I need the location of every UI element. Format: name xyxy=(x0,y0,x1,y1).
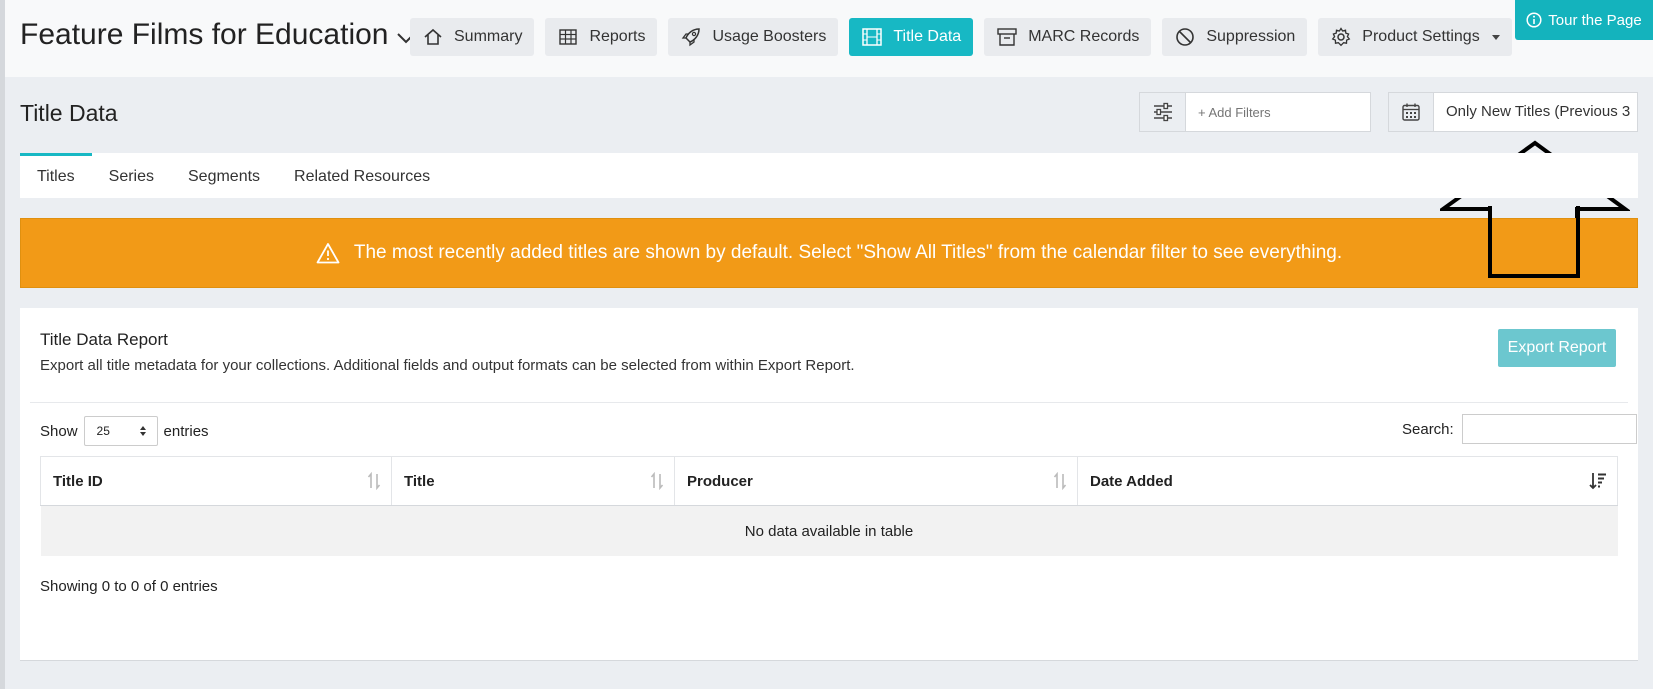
banner-text: The most recently added titles are shown… xyxy=(353,242,1343,263)
nav-title-data-label: Title Data xyxy=(893,28,962,45)
content-tabs: Titles Series Segments Related Resources xyxy=(20,153,1638,198)
sort-both-icon xyxy=(367,472,381,490)
entries-select-value: 25 xyxy=(96,424,110,438)
nav-marc-records-label: MARC Records xyxy=(1028,28,1140,45)
column-title[interactable]: Title xyxy=(391,456,675,506)
search-input[interactable] xyxy=(1461,414,1637,444)
nav-reports-label: Reports xyxy=(589,28,646,45)
table-icon xyxy=(557,26,579,48)
caret-down-icon xyxy=(1491,34,1500,40)
nav-title-data[interactable]: Title Data xyxy=(849,18,974,56)
title-data-report-card: Title Data Report Export all title metad… xyxy=(20,308,1638,661)
date-filter-value: Only New Titles (Previous 3 xyxy=(1446,103,1631,120)
left-border xyxy=(0,0,5,689)
sort-both-icon xyxy=(1053,472,1067,490)
nav-suppression[interactable]: Suppression xyxy=(1162,18,1308,56)
table-header-row: Title ID Title Producer Date Added xyxy=(40,456,1618,506)
column-title-id-label: Title ID xyxy=(53,472,103,490)
export-report-button[interactable]: Export Report xyxy=(1498,329,1616,367)
add-filters-input[interactable] xyxy=(1186,93,1370,131)
info-banner: The most recently added titles are shown… xyxy=(20,218,1638,288)
column-date-added[interactable]: Date Added xyxy=(1077,456,1618,506)
tour-button-label: Tour the Page xyxy=(1548,11,1642,29)
empty-table-message: No data available in table xyxy=(40,505,1618,556)
archive-icon xyxy=(996,26,1018,48)
date-filter[interactable]: Only New Titles (Previous 3 xyxy=(1388,92,1638,132)
sort-descending-icon xyxy=(1589,473,1606,490)
column-title-label: Title xyxy=(404,472,435,490)
nav-summary[interactable]: Summary xyxy=(410,18,535,56)
tour-button[interactable]: Tour the Page xyxy=(1515,0,1653,40)
table-row: No data available in table xyxy=(40,505,1618,556)
column-producer[interactable]: Producer xyxy=(674,456,1078,506)
nav-usage-boosters[interactable]: Usage Boosters xyxy=(668,18,839,56)
column-title-id[interactable]: Title ID xyxy=(40,456,392,506)
divider xyxy=(30,402,1628,403)
home-icon xyxy=(422,26,444,48)
nav-suppression-label: Suppression xyxy=(1206,28,1296,45)
report-title: Title Data Report xyxy=(40,330,168,349)
entries-length-control: Show 25 entries xyxy=(40,416,209,446)
main-nav: Summary Reports Usage Boosters Title Dat… xyxy=(410,18,1512,56)
nav-product-settings-label: Product Settings xyxy=(1362,28,1480,45)
nav-marc-records[interactable]: MARC Records xyxy=(984,18,1152,56)
ban-icon xyxy=(1174,26,1196,48)
table-search: Search: xyxy=(1402,414,1637,444)
sort-both-icon xyxy=(650,472,664,490)
warning-icon xyxy=(316,243,340,264)
nav-usage-boosters-label: Usage Boosters xyxy=(712,28,827,45)
show-label: Show xyxy=(40,422,78,440)
product-switcher[interactable]: Feature Films for Education xyxy=(20,18,416,52)
page-title: Title Data xyxy=(20,100,118,126)
title-data-table: Title ID Title Producer Date Added No da… xyxy=(40,456,1618,556)
tab-series[interactable]: Series xyxy=(92,153,171,198)
annotation-arrow-shaft xyxy=(1488,206,1580,278)
film-icon xyxy=(861,26,883,48)
entries-select[interactable]: 25 xyxy=(83,416,158,446)
report-description: Export all title metadata for your colle… xyxy=(40,357,855,374)
filter-group xyxy=(1139,92,1371,132)
rocket-icon xyxy=(680,26,702,48)
column-date-added-label: Date Added xyxy=(1090,472,1173,490)
entries-label: entries xyxy=(163,422,209,440)
app-title: Feature Films for Education xyxy=(20,18,389,51)
gear-icon xyxy=(1330,26,1352,48)
nav-product-settings[interactable]: Product Settings xyxy=(1318,18,1512,56)
nav-reports[interactable]: Reports xyxy=(545,18,658,56)
calendar-icon xyxy=(1389,93,1434,131)
info-icon xyxy=(1526,12,1542,28)
sliders-icon[interactable] xyxy=(1140,93,1186,131)
tab-titles[interactable]: Titles xyxy=(20,153,92,198)
tab-related-resources[interactable]: Related Resources xyxy=(277,153,447,198)
table-info: Showing 0 to 0 of 0 entries xyxy=(40,578,218,595)
nav-summary-label: Summary xyxy=(454,28,523,45)
top-navbar: Feature Films for Education Summary Repo… xyxy=(5,0,1653,77)
search-label: Search: xyxy=(1402,420,1454,438)
column-producer-label: Producer xyxy=(687,472,753,490)
sort-arrows-icon xyxy=(139,426,146,436)
tab-segments[interactable]: Segments xyxy=(171,153,277,198)
